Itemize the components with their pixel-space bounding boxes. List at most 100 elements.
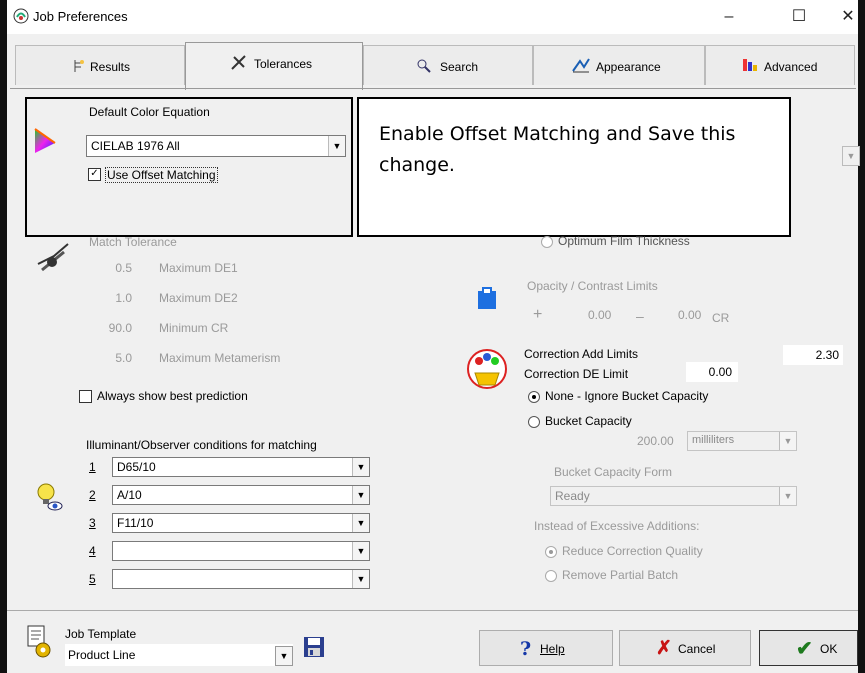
results-icon [74,60,84,72]
save-icon[interactable] [303,636,325,658]
chevron-down-icon: ▼ [352,542,369,560]
window-title: Job Preferences [33,9,128,24]
tolerances-panel: Default Color Equation CIELAB 1976 All ▼… [10,88,860,604]
color-equation-label: Default Color Equation [89,105,210,119]
job-template-label: Job Template [65,627,137,641]
illuminant-2-select[interactable]: A/10 ▼ [112,485,370,505]
remove-batch-radio[interactable] [545,570,557,582]
min-cr-label: Minimum CR [159,321,229,335]
excess-label: Instead of Excessive Additions: [534,519,700,533]
instruction-box: Enable Offset Matching and Save this cha… [357,97,791,237]
opacity-label: Opacity / Contrast Limits [527,279,658,293]
max-de2-value: 1.0 [115,291,132,305]
maximize-button[interactable]: ☐ [779,5,819,29]
bucket-form-value: Ready [555,489,590,503]
chevron-down-icon: ▼ [352,570,369,588]
advanced-icon [743,59,757,71]
bucket-unit-value: milliliters [692,434,735,446]
illuminant-5-select[interactable]: ▼ [112,569,370,589]
max-de1-label: Maximum DE1 [159,261,238,275]
max-metamerism-label: Maximum Metamerism [159,351,281,365]
opacity-icon [478,287,496,309]
illuminant-3-value: F11/10 [117,516,154,530]
color-equation-value: CIELAB 1976 All [91,139,180,153]
opacity-plus-icon[interactable]: + [533,306,542,324]
opacity-max-value: 0.00 [678,308,702,322]
illuminant-4-select[interactable]: ▼ [112,541,370,561]
always-show-checkbox[interactable] [79,390,92,403]
illuminant-1-value: D65/10 [117,460,156,474]
ok-button[interactable]: ✔ OK [759,630,858,666]
tab-search-label: Search [440,60,479,74]
tab-bar: Results Tolerances Search Appearance Adv… [7,42,858,90]
bucket-capacity-radio[interactable] [528,416,540,428]
tab-appearance[interactable]: Appearance [533,45,705,85]
film-thickness-radio[interactable] [541,236,553,248]
tab-results[interactable]: Results [15,45,185,85]
opacity-minus-icon[interactable]: – [636,308,644,324]
max-de1-value: 0.5 [115,261,132,275]
illuminant-3-select[interactable]: F11/10 ▼ [112,513,370,533]
film-thickness-label: Optimum Film Thickness [558,234,690,248]
illuminant-4-num: 4 [89,544,96,558]
match-tolerance-icon [37,243,69,272]
always-show-label: Always show best prediction [97,389,248,403]
chevron-down-icon: ▼ [779,487,796,505]
minimize-button[interactable]: – [709,5,749,29]
chevron-down-icon: ▼ [352,514,369,532]
ignore-bucket-label: None - Ignore Bucket Capacity [545,389,709,403]
offset-matching-label[interactable]: Use Offset Matching [105,167,218,183]
tolerances-icon [231,55,246,70]
cancel-label: Cancel [678,642,716,656]
bucket-unit-select[interactable]: milliliters ▼ [687,431,797,451]
min-cr-value: 90.0 [108,321,132,335]
job-template-select[interactable]: Product Line ▼ [65,644,293,666]
illuminant-5-num: 5 [89,572,96,586]
ignore-bucket-radio[interactable] [528,391,540,403]
footer-divider [7,610,858,611]
appearance-icon [572,58,590,73]
illuminant-1-num: 1 [89,460,96,474]
instruction-text: Enable Offset Matching and Save this cha… [379,123,736,176]
correction-de-input[interactable]: 0.00 [686,362,738,382]
bucket-amount: 200.00 [637,434,674,448]
bucket-capacity-label: Bucket Capacity [545,414,632,428]
color-equation-select[interactable]: CIELAB 1976 All ▼ [86,135,346,157]
reduce-quality-radio[interactable] [545,546,557,558]
chevron-down-icon: ▼ [779,432,796,450]
cancel-button[interactable]: ✗ Cancel [619,630,751,666]
close-button[interactable]: ✕ [833,5,863,29]
tab-advanced-label: Advanced [764,60,818,74]
match-tolerance-label: Match Tolerance [89,235,177,249]
job-template-icon [27,625,51,658]
tab-search[interactable]: Search [363,45,533,85]
app-icon [13,8,29,24]
color-gamut-icon [34,128,56,153]
job-template-value: Product Line [68,648,136,662]
offset-matching-checkbox[interactable]: ✓ [88,168,101,181]
tab-tolerances[interactable]: Tolerances [185,42,363,90]
collapsed-dropdown-button[interactable]: ▼ [842,146,860,166]
max-de2-label: Maximum DE2 [159,291,238,305]
ok-label: OK [820,642,838,656]
illuminant-1-select[interactable]: D65/10 ▼ [112,457,370,477]
opacity-unit: CR [712,311,730,325]
search-icon [417,59,431,73]
help-button[interactable]: ? Help [479,630,613,666]
tab-tolerances-label: Tolerances [254,57,313,71]
tab-advanced[interactable]: Advanced [705,45,855,85]
correction-bucket-icon [467,349,507,389]
reduce-quality-label: Reduce Correction Quality [562,544,703,558]
illuminant-3-num: 3 [89,516,96,530]
illuminant-bulb-icon [37,483,63,511]
close-icon: ✗ [656,638,672,659]
illuminant-2-value: A/10 [117,488,142,502]
tab-appearance-label: Appearance [596,60,661,74]
chevron-down-icon: ▼ [275,646,293,666]
correction-add-input[interactable]: 2.30 [783,345,843,365]
illuminant-2-num: 2 [89,488,96,502]
color-equation-group: Default Color Equation CIELAB 1976 All ▼… [25,97,353,237]
chevron-down-icon: ▼ [352,486,369,504]
bucket-form-select[interactable]: Ready ▼ [550,486,797,506]
opacity-min-value: 0.00 [588,308,612,322]
